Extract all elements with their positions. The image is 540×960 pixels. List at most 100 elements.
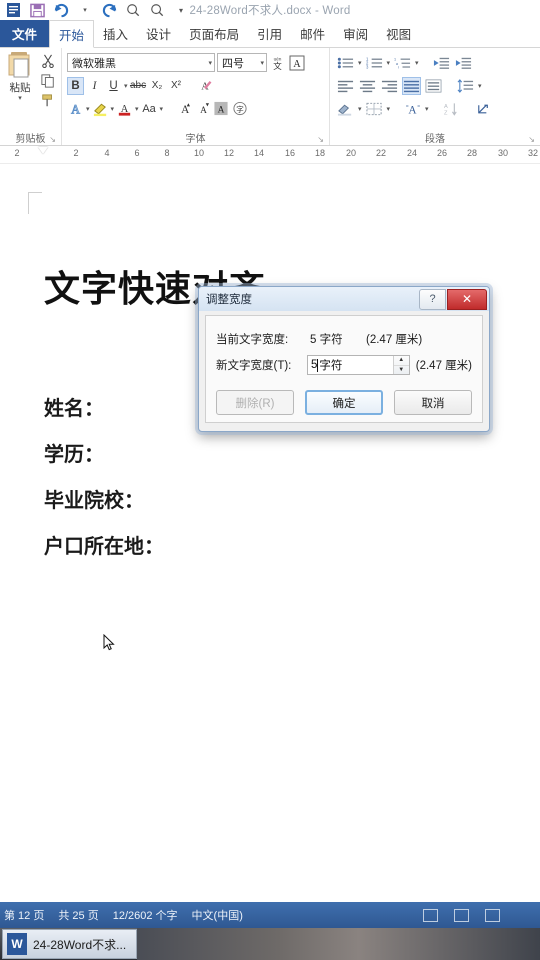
- clipboard-dialog-launcher-icon[interactable]: ↘: [49, 135, 56, 144]
- character-border-icon[interactable]: A: [288, 54, 305, 72]
- status-page[interactable]: 第 12 页: [4, 907, 44, 923]
- new-width-spinner[interactable]: 5 字符 ▲ ▼: [306, 355, 410, 375]
- phonetic-guide-icon[interactable]: uén 文: [269, 54, 286, 72]
- horizontal-ruler[interactable]: 2 2 4 6 8 10 12 14 16 18 20 22 24 26 28 …: [0, 146, 540, 176]
- justify-icon[interactable]: [402, 77, 421, 95]
- font-dialog-launcher-icon[interactable]: ↘: [317, 135, 324, 144]
- change-case-button[interactable]: Aa: [141, 100, 158, 118]
- paste-dropdown-icon[interactable]: ▾: [18, 95, 22, 102]
- asian-layout-icon[interactable]: [474, 100, 493, 118]
- tab-insert[interactable]: 插入: [94, 20, 137, 47]
- adjust-width-dialog[interactable]: 调整宽度 ? ✕ 当前文字宽度: 5 字符 (2.47 厘米) 新文字宽度(T)…: [198, 286, 490, 432]
- increase-indent-icon[interactable]: [454, 54, 473, 72]
- font-name-combobox[interactable]: 微软雅黑 ▾: [67, 53, 215, 72]
- line-spacing-chevron-down-icon[interactable]: ▾: [478, 82, 482, 90]
- save-icon[interactable]: [26, 1, 48, 19]
- copy-icon[interactable]: [39, 73, 56, 88]
- ok-button[interactable]: 确定: [304, 390, 384, 415]
- delete-button[interactable]: 删除(R): [216, 390, 294, 415]
- spinner-down-icon[interactable]: ▼: [394, 366, 409, 375]
- tab-design[interactable]: 设计: [137, 20, 180, 47]
- help-icon[interactable]: ?: [419, 288, 446, 310]
- highlight-chevron-down-icon[interactable]: ▾: [111, 105, 115, 113]
- bullets-chevron-down-icon[interactable]: ▾: [358, 59, 362, 67]
- tab-file[interactable]: 文件: [0, 20, 50, 47]
- shading-icon[interactable]: [336, 100, 355, 118]
- quick-access-toolbar[interactable]: ▾ ▾: [0, 1, 192, 19]
- status-total-pages[interactable]: 共 25 页: [58, 907, 98, 923]
- align-left-icon[interactable]: [336, 77, 355, 95]
- font-size-combobox[interactable]: 四号 ▾: [217, 53, 267, 72]
- customize-qat-icon[interactable]: ▾: [170, 1, 192, 19]
- tab-references[interactable]: 引用: [248, 20, 291, 47]
- status-bar[interactable]: 第 12 页 共 25 页 12/2602 个字 中文(中国): [0, 902, 540, 928]
- status-word-count[interactable]: 12/2602 个字: [113, 907, 178, 923]
- line-spacing-icon[interactable]: [456, 77, 475, 95]
- tab-review[interactable]: 审阅: [334, 20, 377, 47]
- superscript-button[interactable]: X²: [168, 77, 185, 95]
- close-icon[interactable]: ✕: [447, 288, 487, 310]
- text-highlight-icon[interactable]: [92, 100, 109, 118]
- borders-icon[interactable]: [365, 100, 384, 118]
- new-width-input[interactable]: 5 字符: [308, 356, 393, 374]
- clear-formatting-icon[interactable]: A: [196, 77, 213, 95]
- multilevel-list-icon[interactable]: 1ai: [393, 54, 412, 72]
- show-formatting-marks-icon[interactable]: A « »: [403, 100, 422, 118]
- undo-icon[interactable]: [50, 1, 72, 19]
- character-shading-icon[interactable]: A: [212, 100, 229, 118]
- read-mode-view-icon[interactable]: [485, 908, 500, 922]
- first-line-indent-marker[interactable]: [38, 147, 48, 154]
- formatting-marks-chevron-down-icon[interactable]: ▾: [425, 105, 429, 113]
- paragraph-dialog-launcher-icon[interactable]: ↘: [528, 135, 535, 144]
- format-painter-icon[interactable]: [39, 93, 56, 108]
- tab-view[interactable]: 视图: [377, 20, 420, 47]
- print-preview-2-icon[interactable]: [146, 1, 168, 19]
- document-page[interactable]: 文字快速对齐 姓名： 学历： 毕业院校： 户口所在地：: [0, 164, 540, 894]
- print-layout-view-icon[interactable]: [423, 908, 438, 922]
- font-size-chevron-down-icon[interactable]: ▾: [256, 59, 264, 67]
- cancel-button[interactable]: 取消: [394, 390, 472, 415]
- text-effects-icon[interactable]: A: [67, 100, 84, 118]
- align-right-icon[interactable]: [380, 77, 399, 95]
- print-preview-icon[interactable]: [122, 1, 144, 19]
- enclose-characters-icon[interactable]: 字: [231, 100, 248, 118]
- distributed-align-icon[interactable]: [424, 77, 443, 95]
- tab-page-layout[interactable]: 页面布局: [180, 20, 248, 47]
- dialog-title-bar[interactable]: 调整宽度 ? ✕: [199, 287, 489, 311]
- undo-dropdown-icon[interactable]: ▾: [74, 1, 96, 19]
- decrease-indent-icon[interactable]: [432, 54, 451, 72]
- shading-chevron-down-icon[interactable]: ▾: [358, 105, 362, 113]
- ribbon-tab-bar[interactable]: 文件 开始 插入 设计 页面布局 引用 邮件 审阅 视图: [0, 20, 540, 48]
- font-name-chevron-down-icon[interactable]: ▾: [204, 59, 212, 67]
- spinner-up-icon[interactable]: ▲: [393, 356, 409, 366]
- tab-home[interactable]: 开始: [49, 20, 95, 48]
- change-case-chevron-down-icon[interactable]: ▾: [160, 105, 164, 113]
- underline-chevron-down-icon[interactable]: ▾: [124, 82, 128, 90]
- sort-icon[interactable]: AZ: [442, 100, 461, 118]
- italic-button[interactable]: I: [86, 77, 103, 95]
- status-language[interactable]: 中文(中国): [192, 907, 243, 923]
- font-color-chevron-down-icon[interactable]: ▾: [135, 105, 139, 113]
- strikethrough-button[interactable]: abc: [130, 77, 147, 95]
- dialog-action-buttons: 删除(R) 确定 取消: [216, 390, 472, 415]
- numbering-icon[interactable]: 123: [365, 54, 384, 72]
- font-color-icon[interactable]: A: [116, 100, 133, 118]
- underline-button[interactable]: U: [105, 77, 122, 95]
- taskbar[interactable]: W 24-28Word不求...: [0, 928, 540, 960]
- borders-chevron-down-icon[interactable]: ▾: [387, 105, 391, 113]
- bold-button[interactable]: B: [67, 76, 84, 95]
- align-center-icon[interactable]: [358, 77, 377, 95]
- numbering-chevron-down-icon[interactable]: ▾: [387, 59, 391, 67]
- shrink-font-icon[interactable]: A ▾: [193, 100, 210, 118]
- multilevel-chevron-down-icon[interactable]: ▾: [415, 59, 419, 67]
- redo-icon[interactable]: [98, 1, 120, 19]
- bullets-icon[interactable]: [336, 54, 355, 72]
- taskbar-item-word[interactable]: W 24-28Word不求...: [2, 929, 138, 959]
- subscript-button[interactable]: X₂: [149, 77, 166, 95]
- paste-button[interactable]: 粘贴 ▾: [3, 50, 37, 102]
- web-layout-view-icon[interactable]: [454, 908, 469, 922]
- tab-mailings[interactable]: 邮件: [291, 20, 334, 47]
- text-effects-chevron-down-icon[interactable]: ▾: [86, 105, 90, 113]
- cut-icon[interactable]: [39, 53, 56, 68]
- grow-font-icon[interactable]: A ▴: [174, 100, 191, 118]
